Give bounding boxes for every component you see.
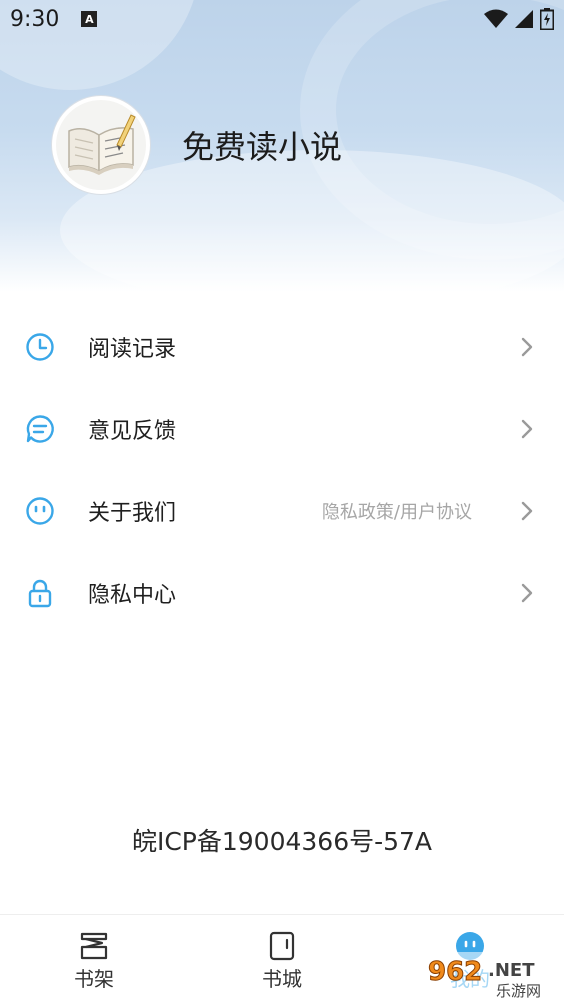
avatar[interactable] — [52, 96, 150, 194]
signal-icon — [515, 10, 533, 28]
tab-label: 书城 — [262, 967, 302, 991]
tab-label: 书架 — [74, 967, 114, 991]
watermark-main: 962 — [428, 957, 482, 987]
battery-icon — [540, 8, 554, 30]
profile-header: 免费读小说 — [52, 96, 342, 194]
menu-item-label: 关于我们 — [88, 501, 177, 526]
menu-item-label: 意见反馈 — [88, 419, 177, 444]
chevron-right-icon — [521, 337, 533, 357]
watermark-suffix: .NET — [488, 960, 535, 981]
clock-icon — [26, 333, 54, 361]
tab-bookshelf[interactable]: 书架 — [49, 931, 139, 992]
notification-a-icon: A — [81, 11, 98, 27]
status-indicators — [484, 8, 554, 30]
menu-item-reading-history[interactable]: 阅读记录 — [0, 306, 564, 388]
status-bar: 9:30 A — [0, 0, 564, 38]
menu-item-privacy-center[interactable]: 隐私中心 — [0, 552, 564, 634]
menu-item-about-us[interactable]: 关于我们 隐私政策/用户协议 — [0, 470, 564, 552]
app-name: 免费读小说 — [182, 128, 343, 166]
open-book-icon — [68, 114, 136, 175]
watermark-sub: 乐游网 — [496, 982, 541, 1000]
menu-item-label: 隐私中心 — [88, 583, 177, 608]
icp-license-text: 皖ICP备19004366号-57A — [131, 827, 433, 856]
smiley-icon — [26, 497, 54, 525]
privacy-policy-link[interactable]: 隐私政策/用户协议 — [322, 498, 472, 524]
wifi-icon — [484, 9, 508, 28]
lock-icon — [28, 579, 52, 608]
settings-menu: 阅读记录 意见反馈 关于我们 隐私政策/用户协议 隐私中心 — [0, 306, 564, 634]
chevron-right-icon — [521, 419, 533, 439]
tab-bookstore[interactable]: 书城 — [237, 931, 327, 992]
bookstore-icon — [269, 931, 295, 961]
status-time: 9:30 — [10, 6, 60, 32]
chat-icon — [26, 415, 54, 443]
watermark-logo: 962 .NET 乐游网 — [424, 952, 560, 1000]
menu-item-label: 阅读记录 — [88, 337, 177, 362]
bookshelf-icon — [80, 932, 108, 960]
chevron-right-icon — [521, 501, 533, 521]
menu-item-feedback[interactable]: 意见反馈 — [0, 388, 564, 470]
chevron-right-icon — [521, 583, 533, 603]
